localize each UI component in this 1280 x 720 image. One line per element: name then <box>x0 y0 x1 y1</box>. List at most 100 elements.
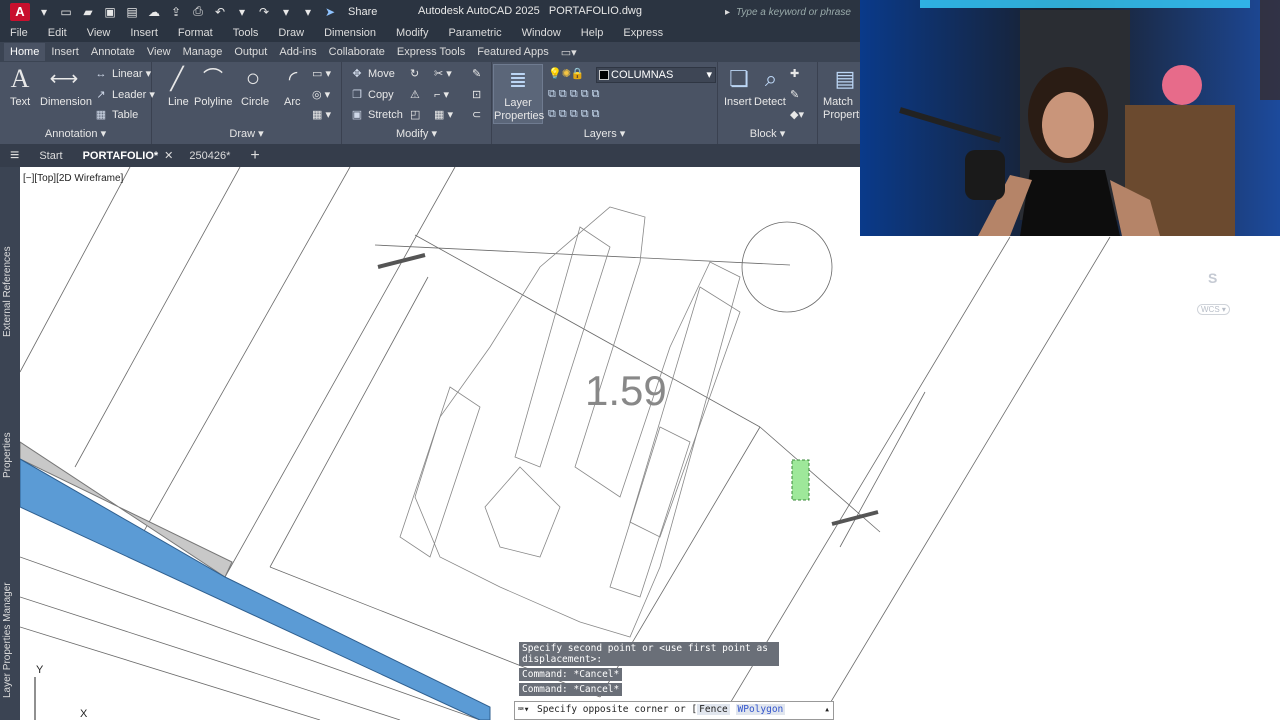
menu-dimension[interactable]: Dimension <box>324 27 376 39</box>
move-button[interactable]: ✥ Move <box>350 67 395 80</box>
scale-icon[interactable]: ◰ <box>410 108 420 121</box>
drawing-viewport[interactable]: 1.59 Y X [−][Top][2D Wireframe] <box>20 167 1280 720</box>
redo-icon[interactable]: ↷ <box>256 5 272 19</box>
match-properties-button[interactable]: Match Properties <box>823 96 860 122</box>
block-panel-title[interactable]: Block ▾ <box>718 127 817 144</box>
option-fence[interactable]: Fence <box>697 704 730 715</box>
tab-collaborate[interactable]: Collaborate <box>323 43 391 61</box>
open-file-icon[interactable]: ▰ <box>80 5 96 19</box>
tab-insert[interactable]: Insert <box>45 43 85 61</box>
draw-panel-title[interactable]: Draw ▾ <box>152 127 341 144</box>
menu-format[interactable]: Format <box>178 27 213 39</box>
new-tab-button[interactable]: + <box>240 147 269 165</box>
trim-icon[interactable]: ✂ ▾ <box>434 67 452 80</box>
detect-button[interactable]: Detect <box>754 96 786 108</box>
wcs-menu[interactable]: WCS ▾ <box>1197 304 1230 315</box>
menu-window[interactable]: Window <box>522 27 561 39</box>
autocad-logo[interactable]: A <box>10 2 30 21</box>
text-icon[interactable]: A <box>6 66 34 92</box>
plot-icon[interactable]: ⎙ <box>190 4 206 19</box>
redo-dropdown-icon[interactable]: ▾ <box>278 5 294 19</box>
stretch-button[interactable]: ▣ Stretch <box>350 108 403 121</box>
modify-panel-title[interactable]: Modify ▾ <box>342 127 491 144</box>
search-expand-icon[interactable]: ▸ <box>725 7 730 18</box>
layer-dropdown[interactable]: COLUMNAS ▾ <box>596 67 716 83</box>
tab-annotate[interactable]: Annotate <box>85 43 141 61</box>
menu-insert[interactable]: Insert <box>130 27 158 39</box>
arc-icon[interactable]: ◜ <box>278 66 308 92</box>
rotate-icon[interactable]: ↻ <box>410 67 419 80</box>
copy-button[interactable]: ❐ Copy <box>350 88 394 101</box>
undo-icon[interactable]: ↶ <box>212 5 228 19</box>
layers-panel-title[interactable]: Layers ▾ <box>492 127 717 144</box>
cloud-save-icon[interactable]: ⇪ <box>168 5 184 19</box>
rectangle-icon[interactable]: ▭ ▾ <box>312 67 331 80</box>
search-input[interactable]: ▸ Type a keyword or phrase <box>725 4 860 20</box>
start-tab[interactable]: Start <box>29 150 72 162</box>
close-tab-icon[interactable]: ✕ <box>164 149 173 162</box>
menu-view[interactable]: View <box>87 27 111 39</box>
circle-button[interactable]: Circle <box>241 96 269 108</box>
array-icon[interactable]: ▦ ▾ <box>434 108 453 121</box>
tab-portafolio[interactable]: PORTAFOLIO* <box>73 150 169 162</box>
command-scroll-up-icon[interactable]: ▴ <box>824 704 830 715</box>
hamburger-icon[interactable]: ≡ <box>0 147 29 165</box>
menu-tools[interactable]: Tools <box>233 27 259 39</box>
menu-file[interactable]: File <box>10 27 28 39</box>
menu-modify[interactable]: Modify <box>396 27 428 39</box>
ribbon-minimize-icon[interactable]: ▭▾ <box>555 43 583 62</box>
menu-edit[interactable]: Edit <box>48 27 67 39</box>
mirror-icon[interactable]: ⚠ <box>410 88 420 101</box>
tab-home[interactable]: Home <box>4 43 46 61</box>
share-button[interactable]: Share <box>348 6 377 18</box>
dropdown-arrow-icon[interactable]: ▾ <box>36 5 52 19</box>
leader-button[interactable]: ↗ Leader ▾ <box>94 88 154 101</box>
tab-manage[interactable]: Manage <box>177 43 229 61</box>
menu-parametric[interactable]: Parametric <box>448 27 501 39</box>
offset-icon[interactable]: ⊂ <box>472 108 481 121</box>
layer-properties-button[interactable]: ≣ Layer Properties <box>493 64 544 124</box>
dimension-button[interactable]: Dimension <box>40 96 92 108</box>
table-button[interactable]: ▦ Table <box>94 108 139 121</box>
polyline-button[interactable]: Polyline <box>194 96 233 108</box>
text-button[interactable]: Text <box>10 96 30 108</box>
share-icon[interactable]: ➤ <box>322 5 338 19</box>
undo-dropdown-icon[interactable]: ▾ <box>234 5 250 19</box>
insert-button[interactable]: Insert <box>724 96 752 108</box>
block-attr-icon[interactable]: ◆▾ <box>790 108 804 121</box>
layer-properties-manager-tab[interactable]: Layer Properties Manager <box>2 575 18 705</box>
customize-qat-icon[interactable]: ▾ <box>300 5 316 19</box>
new-file-icon[interactable]: ▭ <box>58 5 74 19</box>
match-properties-icon[interactable]: ▤ <box>830 66 860 92</box>
layer-tools-row-2[interactable]: ⧉ ⧉ ⧉ ⧉ ⧉ <box>548 108 600 121</box>
viewcube-south[interactable]: S <box>1208 270 1217 286</box>
arc-button[interactable]: Arc <box>284 96 301 108</box>
fillet-icon[interactable]: ⌐ ▾ <box>434 88 449 101</box>
boundary-icon[interactable]: ▦ ▾ <box>312 108 331 121</box>
create-block-icon[interactable]: ✚ <box>790 67 799 80</box>
hatch-icon[interactable]: ◎ ▾ <box>312 88 330 101</box>
option-wpolygon[interactable]: WPolygon <box>735 704 786 715</box>
linear-button[interactable]: ↔ Linear ▾ <box>94 67 152 80</box>
polyline-icon[interactable]: ⌒ <box>198 66 228 92</box>
tab-view[interactable]: View <box>141 43 177 61</box>
detect-icon[interactable]: ⌕ <box>756 66 786 92</box>
save-icon[interactable]: ▣ <box>102 5 118 19</box>
dimension-value[interactable]: 1.59 <box>585 367 667 414</box>
menu-help[interactable]: Help <box>581 27 604 39</box>
edit-block-icon[interactable]: ✎ <box>790 88 799 101</box>
external-references-tab[interactable]: External References <box>2 217 18 367</box>
explode-icon[interactable]: ⊡ <box>472 88 481 101</box>
erase-icon[interactable]: ✎ <box>472 67 481 80</box>
layer-state-icons[interactable]: 💡✺🔒 <box>548 67 585 80</box>
line-button[interactable]: Line <box>168 96 189 108</box>
circle-icon[interactable]: ○ <box>238 66 268 92</box>
save-as-icon[interactable]: ▤ <box>124 5 140 19</box>
cloud-open-icon[interactable]: ☁ <box>146 5 162 19</box>
layer-tools-row-1[interactable]: ⧉ ⧉ ⧉ ⧉ ⧉ <box>548 88 600 101</box>
viewport-controls-label[interactable]: [−][Top][2D Wireframe] <box>23 173 123 184</box>
tab-output[interactable]: Output <box>228 43 273 61</box>
dimension-icon[interactable]: ⟷ <box>46 66 82 92</box>
insert-block-icon[interactable]: ❏ <box>724 66 754 92</box>
tab-express-tools[interactable]: Express Tools <box>391 43 471 61</box>
